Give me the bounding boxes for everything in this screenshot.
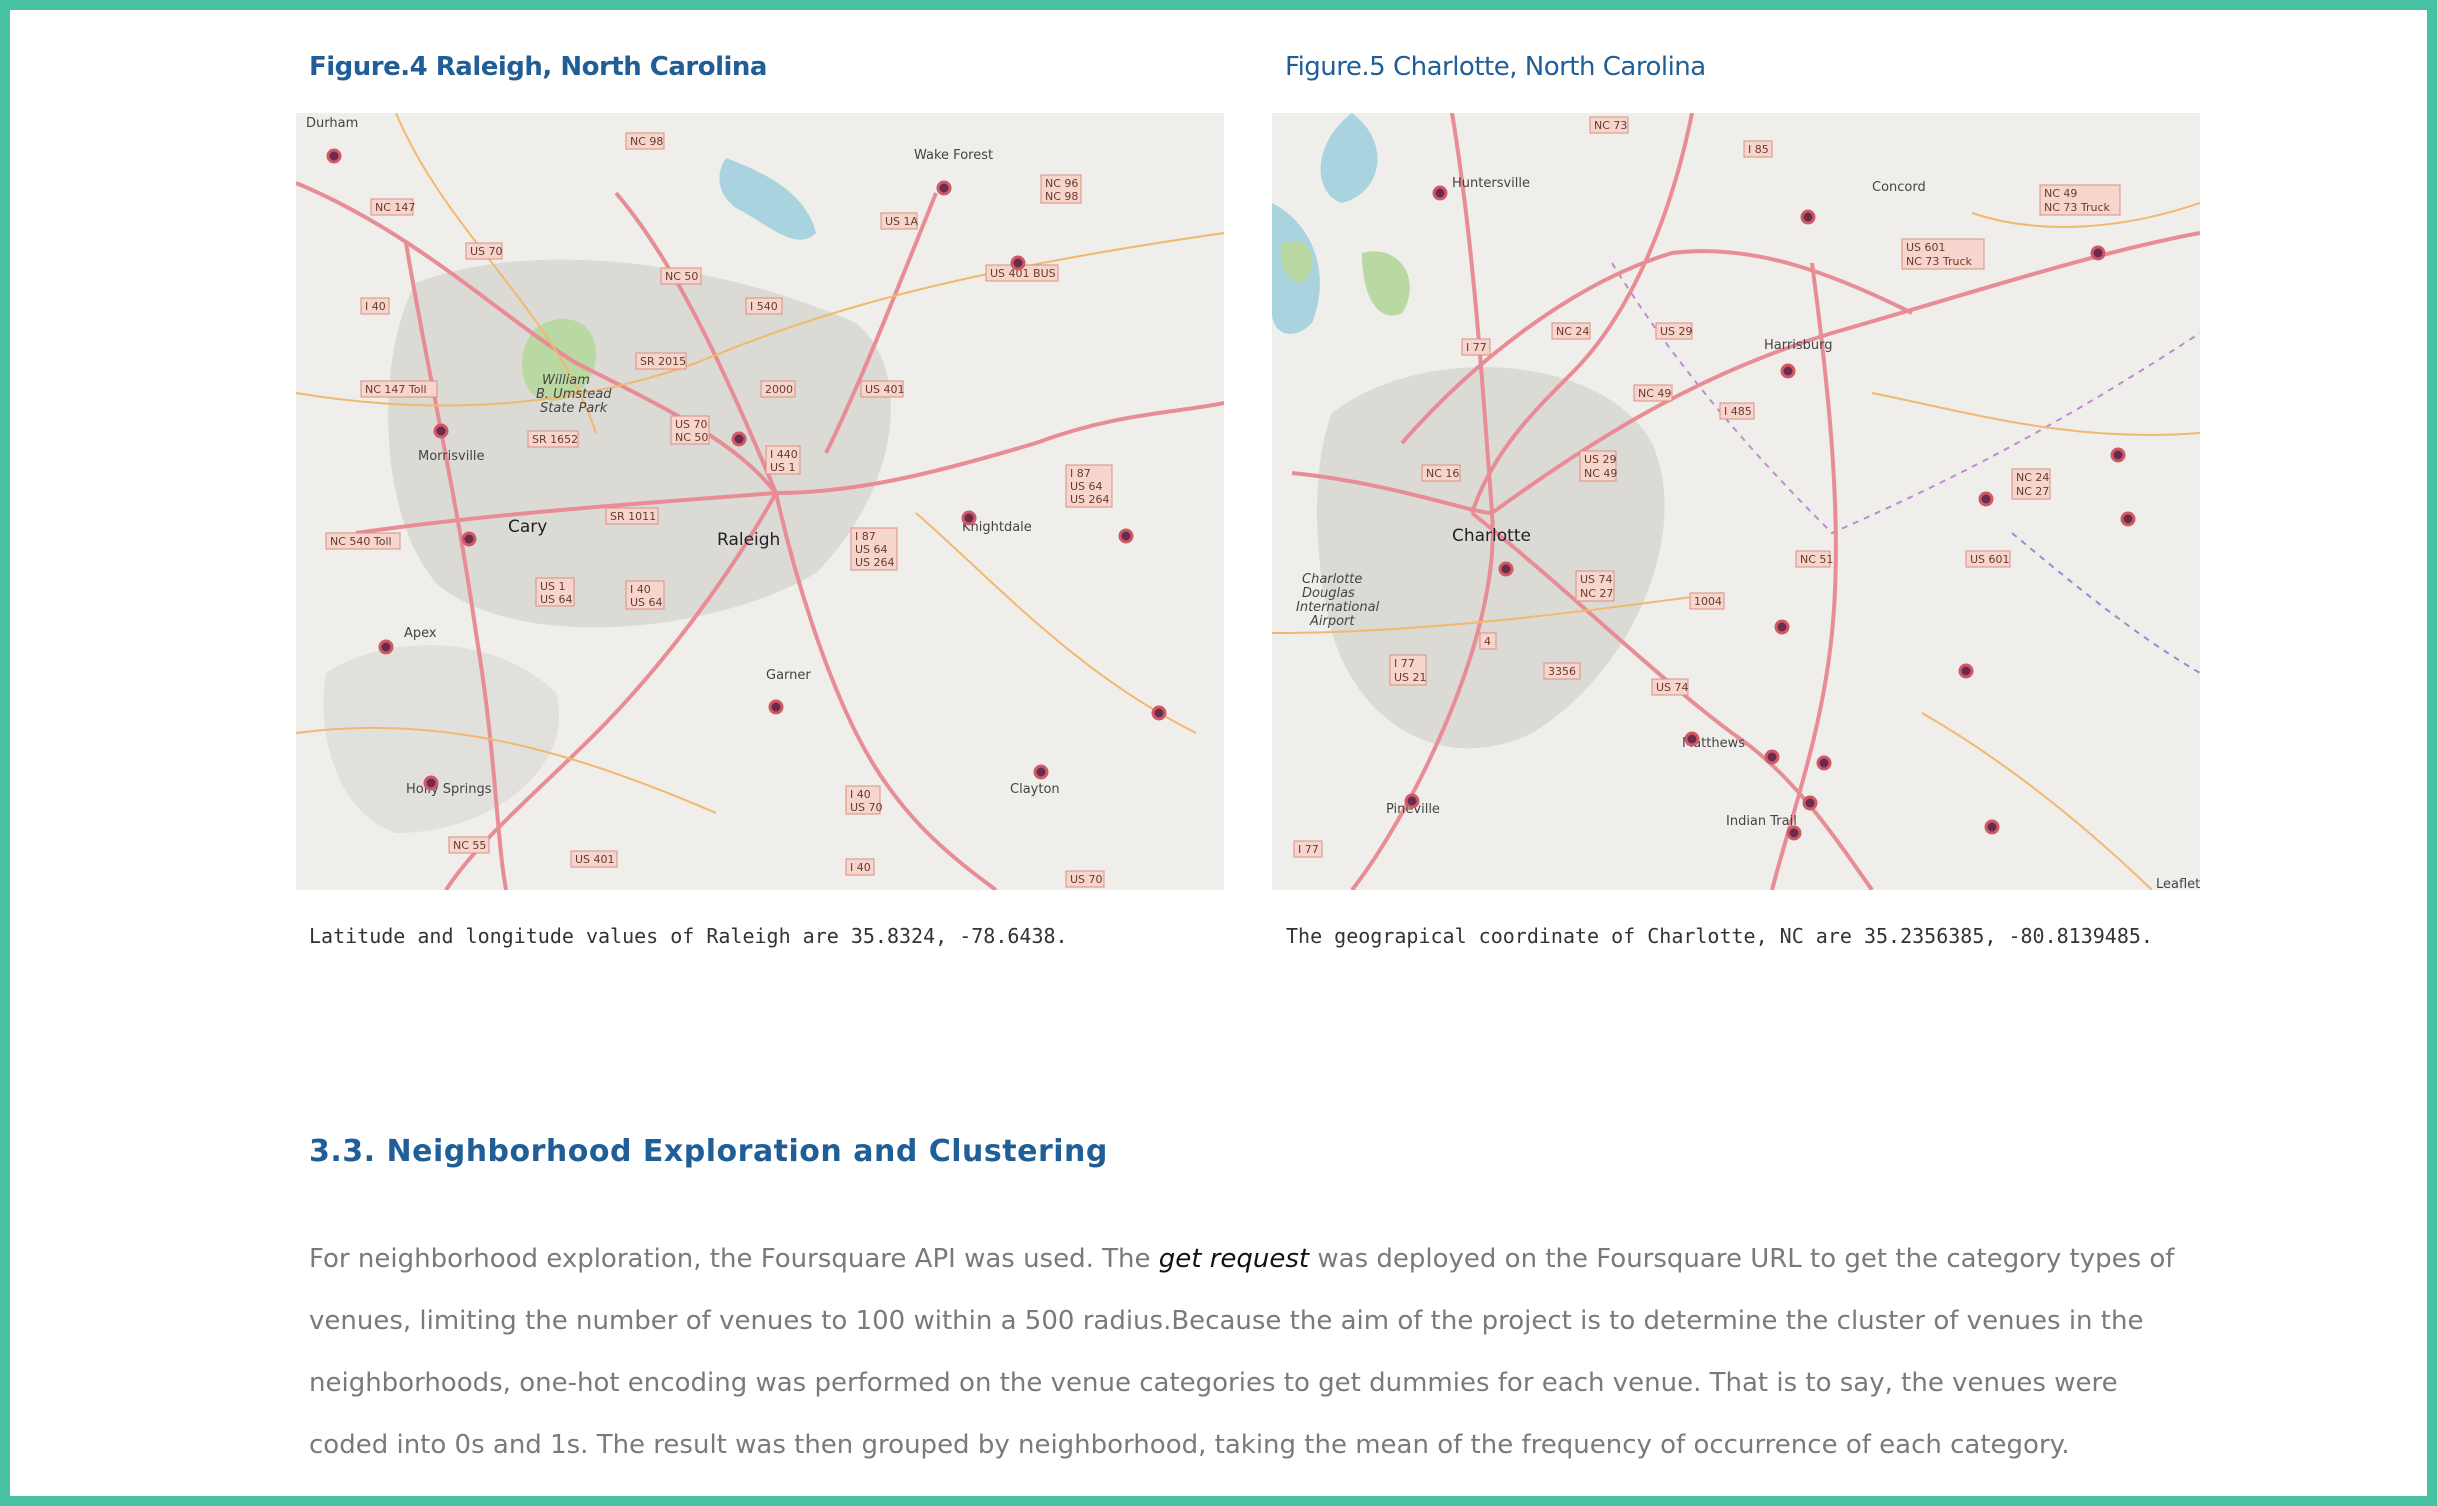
svg-text:I 87: I 87: [855, 530, 876, 543]
svg-text:US 64: US 64: [855, 543, 888, 556]
svg-text:US 64: US 64: [630, 596, 663, 609]
svg-text:NC 50: NC 50: [675, 431, 708, 444]
svg-text:US 70: US 70: [675, 418, 708, 431]
svg-text:I 85: I 85: [1748, 143, 1769, 156]
svg-text:I 440: I 440: [770, 448, 798, 461]
svg-text:NC 540 Toll: NC 540 Toll: [330, 535, 392, 548]
svg-text:2000: 2000: [765, 383, 793, 396]
svg-text:US 70: US 70: [470, 245, 503, 258]
svg-text:International: International: [1296, 600, 1380, 615]
svg-text:NC 73 Truck: NC 73 Truck: [2044, 201, 2111, 214]
svg-text:NC 51: NC 51: [1800, 553, 1833, 566]
svg-text:B. Umstead: B. Umstead: [536, 387, 612, 402]
place-label: Apex: [404, 626, 437, 641]
svg-text:State Park: State Park: [540, 401, 608, 416]
svg-text:I 40: I 40: [850, 788, 871, 801]
body-paragraph: For neighborhood exploration, the Foursq…: [309, 1228, 2199, 1476]
section-heading: 3.3. Neighborhood Exploration and Cluste…: [309, 1134, 1108, 1169]
svg-text:1004: 1004: [1694, 595, 1722, 608]
svg-text:NC 96: NC 96: [1045, 177, 1078, 190]
svg-text:I 77: I 77: [1394, 657, 1415, 670]
svg-text:US 1: US 1: [540, 580, 566, 593]
svg-text:NC 24: NC 24: [2016, 471, 2049, 484]
svg-text:I 40: I 40: [850, 861, 871, 874]
main-city-label: Charlotte: [1452, 526, 1531, 546]
svg-text:NC 16: NC 16: [1426, 467, 1459, 480]
svg-text:NC 27: NC 27: [2016, 485, 2049, 498]
svg-text:Charlotte: Charlotte: [1302, 572, 1362, 587]
svg-text:I 40: I 40: [630, 583, 651, 596]
emphasized-term: get request: [1158, 1244, 1310, 1274]
place-label: Concord: [1872, 180, 1926, 195]
svg-text:I 40: I 40: [365, 300, 386, 313]
raleigh-map[interactable]: NC 98 NC 147 US 70 I 40 NC 50 I 540 US 1…: [296, 113, 1224, 890]
svg-text:Douglas: Douglas: [1302, 586, 1355, 601]
svg-text:US 70: US 70: [850, 801, 883, 814]
place-label: Indian Trail: [1726, 814, 1797, 829]
place-label: Garner: [766, 668, 811, 683]
svg-text:I 77: I 77: [1466, 341, 1487, 354]
svg-text:US 74: US 74: [1656, 681, 1689, 694]
svg-text:NC 98: NC 98: [630, 135, 663, 148]
svg-text:4: 4: [1484, 635, 1491, 648]
main-city-label: Raleigh: [717, 530, 780, 550]
svg-text:SR 1652: SR 1652: [532, 433, 578, 446]
svg-text:I 87: I 87: [1070, 467, 1091, 480]
svg-text:3356: 3356: [1548, 665, 1576, 678]
svg-text:William: William: [542, 373, 590, 388]
place-label: Holly Springs: [406, 782, 492, 797]
svg-text:NC 49: NC 49: [2044, 187, 2077, 200]
svg-text:NC 98: NC 98: [1045, 190, 1078, 203]
svg-text:SR 1011: SR 1011: [610, 510, 656, 523]
figure-5-caption: The geograpical coordinate of Charlotte,…: [1286, 924, 2153, 948]
svg-text:NC 147 Toll: NC 147 Toll: [365, 383, 427, 396]
place-label: Clayton: [1010, 782, 1060, 797]
svg-text:Airport: Airport: [1309, 614, 1355, 629]
svg-text:US 601: US 601: [1906, 241, 1946, 254]
place-label: Durham: [306, 116, 358, 131]
charlotte-map[interactable]: NC 73 I 85 NC 49 NC 73 Truck US 601 NC 73 …: [1272, 113, 2200, 890]
svg-text:I 77: I 77: [1298, 843, 1319, 856]
svg-text:US 401: US 401: [575, 853, 615, 866]
svg-text:NC 49: NC 49: [1638, 387, 1671, 400]
svg-text:I 485: I 485: [1724, 405, 1752, 418]
place-label: Morrisville: [418, 449, 485, 464]
figure-5-title: Figure.5 Charlotte, North Carolina: [1285, 52, 1706, 82]
svg-text:US 1A: US 1A: [885, 215, 919, 228]
svg-text:I 540: I 540: [750, 300, 778, 313]
svg-text:US 29: US 29: [1660, 325, 1693, 338]
svg-text:NC 55: NC 55: [453, 839, 486, 852]
place-label: Wake Forest: [914, 148, 993, 163]
svg-text:US 1: US 1: [770, 461, 796, 474]
svg-text:NC 73: NC 73: [1594, 119, 1627, 132]
para-text-after: was deployed on the Foursquare URL to ge…: [309, 1244, 2175, 1460]
map-attribution: Leaflet: [2156, 877, 2200, 890]
para-text-before: For neighborhood exploration, the Foursq…: [309, 1244, 1159, 1274]
svg-text:US 64: US 64: [1070, 480, 1103, 493]
svg-text:NC 27: NC 27: [1580, 587, 1613, 600]
svg-text:US 401 BUS: US 401 BUS: [990, 267, 1056, 280]
svg-text:US 601: US 601: [1970, 553, 2010, 566]
svg-text:NC 50: NC 50: [665, 270, 698, 283]
svg-text:NC 24: NC 24: [1556, 325, 1589, 338]
figure-4-caption: Latitude and longitude values of Raleigh…: [309, 924, 1068, 948]
svg-text:NC 73 Truck: NC 73 Truck: [1906, 255, 1973, 268]
svg-text:US 29: US 29: [1584, 453, 1617, 466]
svg-text:US 401: US 401: [865, 383, 905, 396]
svg-text:US 21: US 21: [1394, 671, 1427, 684]
figure-4-title: Figure.4 Raleigh, North Carolina: [309, 52, 767, 82]
svg-text:US 70: US 70: [1070, 873, 1103, 886]
svg-text:NC 147: NC 147: [375, 201, 415, 214]
svg-text:US 264: US 264: [855, 556, 895, 569]
place-label: Cary: [508, 517, 547, 537]
svg-text:US 64: US 64: [540, 593, 573, 606]
svg-text:NC 49: NC 49: [1584, 467, 1617, 480]
place-label: Huntersville: [1452, 176, 1530, 191]
place-label: Harrisburg: [1764, 338, 1832, 353]
svg-text:US 264: US 264: [1070, 493, 1110, 506]
svg-text:US 74: US 74: [1580, 573, 1613, 586]
svg-text:SR 2015: SR 2015: [640, 355, 686, 368]
